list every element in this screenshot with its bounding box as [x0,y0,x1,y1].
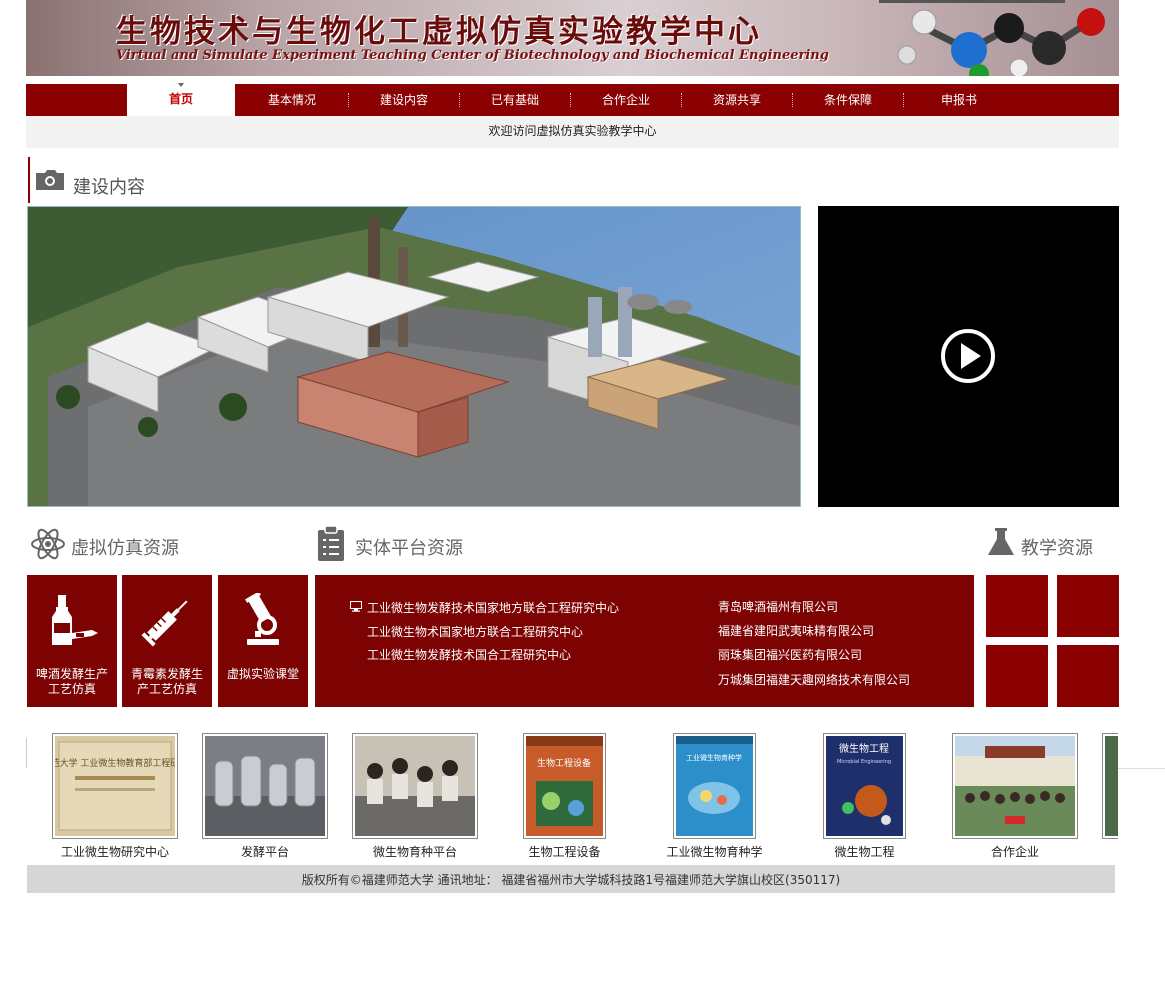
teaching-resources-header: 教学资源 [987,522,1117,566]
footer-copyright: 版权所有©福建师范大学 通讯地址： 福建省福州市大学城科技路1号福建师范大学旗山… [27,865,1115,893]
gallery-caption: 发酵平台 [240,845,289,859]
divider [26,738,27,768]
atom-icon [31,528,65,560]
clipboard-icon [318,525,344,561]
platform-resources-panel: 工业微生物发酵技术国家地方联合工程研究中心 工业微生物术国家地方联合工程研究中心… [315,575,974,707]
flask-icon [988,528,1014,555]
gallery-item[interactable]: 生物工程设备 生物工程设备 [523,733,606,859]
partners-group-photo [955,736,1075,836]
play-icon[interactable] [939,327,997,385]
gallery-item[interactable]: 发酵平台 [202,733,328,859]
gallery-caption: 微生物工程 [834,845,895,859]
partial-photo [1105,736,1118,836]
gallery-item[interactable]: 工业微生物育种学 工业微生物育种学 [666,733,763,859]
section-title: 建设内容 [73,177,145,198]
gallery-item[interactable]: 微生物工程 Microbial Engineering 微生物工程 [823,733,906,859]
teaching-resource-box[interactable] [1057,575,1119,637]
partner-link[interactable]: 青岛啤酒福州有限公司 [718,598,838,615]
main-nav: 首页 基本情况 建设内容 已有基础 合作企业 资源共享 条件保障 申报书 [26,81,1119,116]
tile-beer-fermentation[interactable]: 啤酒发酵生产工艺仿真 [27,575,117,707]
nav-basic-info[interactable]: 基本情况 [237,84,347,116]
section-header: 建设内容 [28,157,330,203]
gallery-caption: 合作企业 [990,845,1039,859]
gallery-caption: 工业微生物研究中心 [60,845,169,859]
beer-bottle-icon [52,595,98,645]
book-cover-microbial-engineering: 微生物工程 Microbial Engineering [826,736,903,836]
tile-label: 青霉素发酵生产工艺仿真 [130,667,203,696]
gallery-item[interactable]: 合作企业 [952,733,1078,859]
teaching-resource-box[interactable] [986,645,1048,707]
gallery-caption: 生物工程设备 [528,845,601,859]
platform-link[interactable]: 工业微生物术国家地方联合工程研究中心 [367,623,583,640]
factory-scene [28,207,800,506]
plaque-image: 福建师范大学 工业微生物教育部工程研究中心 [53,736,177,836]
partner-link[interactable]: 福建省建阳武夷味精有限公司 [718,622,874,639]
nav-foundation[interactable]: 已有基础 [460,84,570,116]
tile-label: 虚拟实验课堂 [226,667,299,681]
book-cover-bioengineering-equipment: 生物工程设备 [526,736,603,836]
teaching-resource-box[interactable] [986,575,1048,637]
book-cover-microbial-breeding: 工业微生物育种学 [676,736,753,836]
tile-label: 啤酒发酵生产工艺仿真 [35,667,108,696]
nav-resource-sharing[interactable]: 资源共享 [682,84,792,116]
platform-link[interactable]: 工业微生物发酵技术国合工程研究中心 [367,646,571,663]
svg-text:生物工程设备: 生物工程设备 [537,757,591,769]
platform-resources-header: 实体平台资源 [316,522,536,566]
platform-resources-title: 实体平台资源 [355,538,463,559]
students-lab-photo [355,736,475,836]
molecule-graphic [879,0,1105,76]
gallery-item[interactable]: 福建师范大学 工业微生物教育部工程研究中心 工业微生物研究中心 [52,733,178,859]
gallery-caption: 工业微生物育种学 [666,845,763,859]
header-banner: 生物技术与生物化工虚拟仿真实验教学中心 Virtual and Simulate… [26,0,1119,76]
svg-text:微生物工程: 微生物工程 [839,742,889,755]
platform-link[interactable]: 工业微生物发酵技术国家地方联合工程研究中心 [367,599,619,616]
site-subtitle: Virtual and Simulate Experiment Teaching… [116,48,829,63]
nav-application[interactable]: 申报书 [904,84,1014,116]
video-player[interactable] [818,206,1119,507]
gallery-item[interactable]: 微生物育种平台 [352,733,478,859]
nav-partners[interactable]: 合作企业 [571,84,681,116]
divider [1118,768,1165,769]
fermenter-photo [205,736,325,836]
syringe-icon [141,600,188,647]
teaching-resource-box[interactable] [1057,645,1119,707]
folder-camera-icon [36,170,64,190]
microscope-icon [245,593,279,645]
nav-conditions[interactable]: 条件保障 [793,84,903,116]
gallery-caption: 微生物育种平台 [372,845,457,859]
monitor-icon [350,601,362,612]
nav-home-label: 首页 [168,92,193,106]
partner-link[interactable]: 丽珠集团福兴医药有限公司 [718,646,862,663]
svg-text:工业微生物育种学: 工业微生物育种学 [686,753,742,762]
svg-text:Microbial Engineering: Microbial Engineering [837,759,891,765]
teaching-resources-title: 教学资源 [1021,538,1093,559]
tile-virtual-classroom[interactable]: 虚拟实验课堂 [218,575,308,707]
gallery-item-partial[interactable] [1102,733,1118,841]
slideshow-image[interactable] [27,206,801,507]
nav-construction[interactable]: 建设内容 [349,84,459,116]
site-title: 生物技术与生物化工虚拟仿真实验教学中心 [116,14,762,50]
svg-text:福建师范大学 工业微生物教育部工程研究中心: 福建师范大学 工业微生物教育部工程研究中心 [55,757,175,769]
virtual-resources-header: 虚拟仿真资源 [30,522,250,566]
tile-penicillin-fermentation[interactable]: 青霉素发酵生产工艺仿真 [122,575,212,707]
caret-down-icon [178,83,184,87]
welcome-bar: 欢迎访问虚拟仿真实验教学中心 [26,116,1119,148]
virtual-resources-title: 虚拟仿真资源 [71,538,179,559]
partner-link[interactable]: 万城集团福建天趣网络技术有限公司 [718,671,910,688]
nav-home[interactable]: 首页 [127,81,235,116]
